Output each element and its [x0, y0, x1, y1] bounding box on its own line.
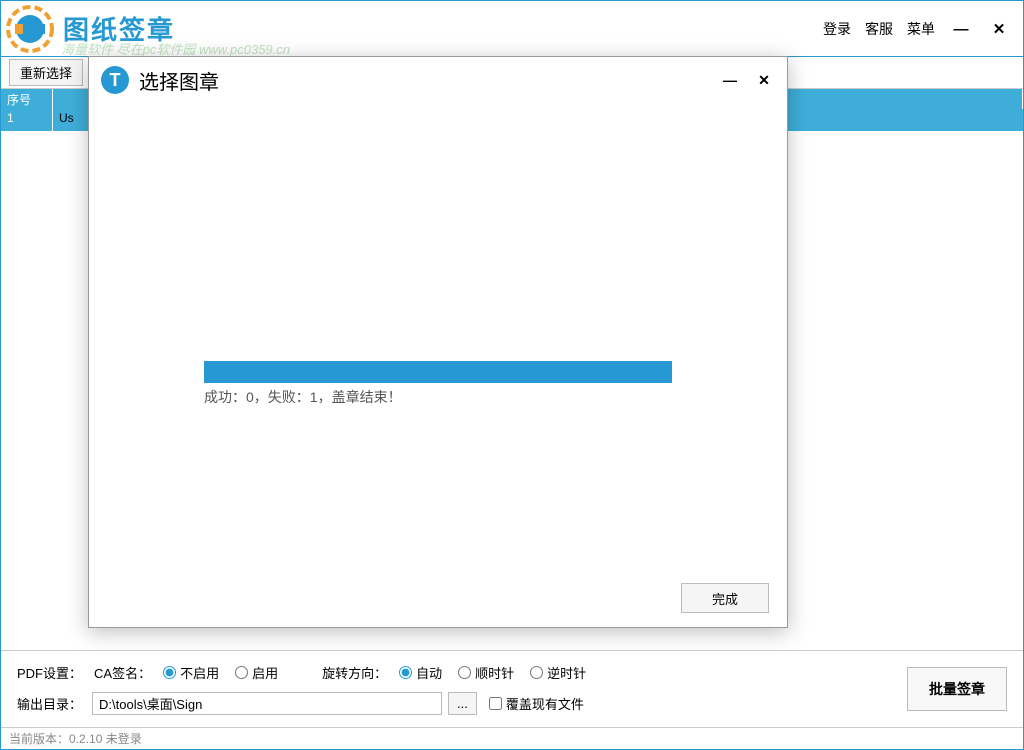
pdf-settings-row: PDF设置： CA签名： 不启用 启用 旋转方向： 自动	[17, 663, 907, 682]
rotate-cw-radio[interactable]: 顺时针	[458, 663, 514, 682]
output-row: 输出目录： ... 覆盖现有文件	[17, 692, 907, 715]
rotate-ccw-radio[interactable]: 逆时针	[530, 663, 586, 682]
ca-disable-input[interactable]	[163, 666, 176, 679]
modal-header: T 选择图章 — ✕	[89, 57, 787, 103]
rotate-ccw-input[interactable]	[530, 666, 543, 679]
ca-label: CA签名：	[94, 663, 151, 682]
bottom-panel: PDF设置： CA签名： 不启用 启用 旋转方向： 自动	[1, 650, 1023, 727]
modal-footer: 完成	[89, 569, 787, 627]
col-seq-header: 序号	[1, 89, 53, 109]
menu-button[interactable]: 菜单	[907, 19, 935, 39]
overwrite-checkbox[interactable]: 覆盖现有文件	[489, 694, 584, 713]
service-button[interactable]: 客服	[865, 19, 893, 39]
rotate-cw-label: 顺时针	[475, 663, 514, 682]
ca-disable-label: 不启用	[180, 663, 219, 682]
title-bar: 图纸签章 海量软件 尽在pc软件园 www.pc0359.cn 登录 客服 菜单…	[1, 1, 1023, 57]
version-text: 当前版本：0.2.10 未登录	[9, 732, 142, 746]
minimize-button[interactable]: —	[949, 21, 973, 38]
modal-window-buttons: — ✕	[719, 72, 775, 89]
batch-sign-button[interactable]: 批量签章	[907, 667, 1007, 711]
rotate-auto-radio[interactable]: 自动	[399, 663, 442, 682]
ca-enable-label: 启用	[252, 663, 278, 682]
modal-minimize-button[interactable]: —	[719, 72, 741, 89]
browse-button[interactable]: ...	[448, 692, 477, 715]
rotate-label: 旋转方向：	[322, 663, 387, 682]
modal-body: 成功：0，失败：1，盖章结束！	[89, 103, 787, 569]
progress-text: 成功：0，失败：1，盖章结束！	[204, 387, 402, 407]
login-button[interactable]: 登录	[823, 19, 851, 39]
status-bar: 当前版本：0.2.10 未登录	[1, 727, 1023, 749]
modal-title: 选择图章	[139, 66, 219, 95]
title-buttons: 登录 客服 菜单 — ✕	[823, 19, 1011, 39]
cell-seq: 1	[1, 109, 53, 131]
modal-icon: T	[101, 66, 129, 94]
close-button[interactable]: ✕	[987, 20, 1011, 38]
rotate-auto-input[interactable]	[399, 666, 412, 679]
pdf-label: PDF设置：	[17, 663, 82, 682]
rotate-cw-input[interactable]	[458, 666, 471, 679]
ca-enable-radio[interactable]: 启用	[235, 663, 278, 682]
modal-close-button[interactable]: ✕	[753, 72, 775, 89]
reselect-button[interactable]: 重新选择	[9, 59, 83, 86]
complete-button[interactable]: 完成	[681, 583, 769, 613]
progress-bar	[204, 361, 672, 383]
overwrite-input[interactable]	[489, 697, 502, 710]
rotate-ccw-label: 逆时针	[547, 663, 586, 682]
ca-enable-input[interactable]	[235, 666, 248, 679]
overwrite-label: 覆盖现有文件	[506, 694, 584, 713]
output-label: 输出目录：	[17, 694, 82, 713]
output-path-input[interactable]	[92, 692, 442, 715]
app-logo-icon	[5, 4, 55, 54]
bottom-left: PDF设置： CA签名： 不启用 启用 旋转方向： 自动	[17, 663, 907, 715]
rotate-auto-label: 自动	[416, 663, 442, 682]
ca-disable-radio[interactable]: 不启用	[163, 663, 219, 682]
select-stamp-dialog: T 选择图章 — ✕ 成功：0，失败：1，盖章结束！ 完成	[88, 56, 788, 628]
